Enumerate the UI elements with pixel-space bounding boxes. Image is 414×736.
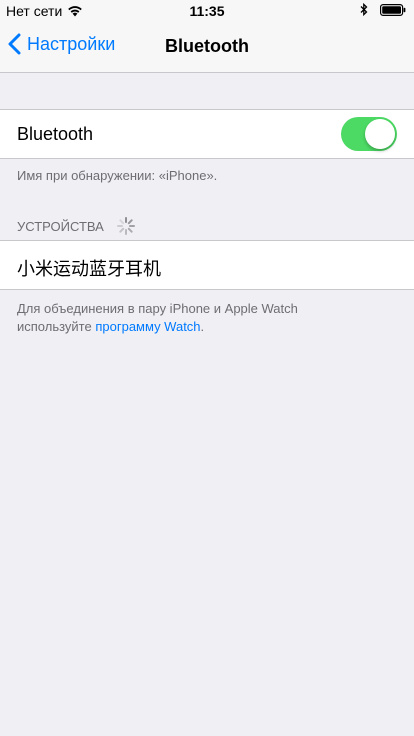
devices-header-label: УСТРОЙСТВА (17, 218, 104, 234)
footer-line-2-prefix: используйте (17, 319, 96, 334)
device-name: 小米运动蓝牙耳机 (17, 259, 161, 279)
loading-spinner-icon (116, 217, 135, 235)
status-right (360, 3, 406, 16)
status-bar: Нет сети 11:35 (0, 0, 414, 22)
page-title: Bluetooth (165, 36, 249, 56)
bluetooth-toggle[interactable] (341, 117, 397, 151)
footer-line-2-suffix: . (200, 319, 205, 334)
footer-line-2: используйте программу Watch. (17, 318, 298, 336)
watch-app-link[interactable]: программу Watch (95, 319, 200, 334)
toggle-knob (365, 119, 395, 149)
navigation-bar: Настройки Bluetooth (0, 22, 414, 73)
bluetooth-icon (360, 3, 368, 16)
discoverable-name-text: Имя при обнаружении: «iPhone». (17, 168, 218, 183)
bluetooth-label: Bluetooth (17, 124, 94, 144)
devices-section-header: УСТРОЙСТВА (17, 216, 136, 236)
status-time: 11:35 (189, 3, 225, 19)
bluetooth-toggle-cell: Bluetooth (0, 109, 414, 159)
footer-line-1: Для объединения в пару iPhone и Apple Wa… (17, 301, 298, 316)
pairing-footer-text: Для объединения в пару iPhone и Apple Wa… (17, 300, 298, 336)
battery-icon (380, 3, 406, 16)
device-list-item[interactable]: 小米运动蓝牙耳机 (0, 240, 414, 290)
